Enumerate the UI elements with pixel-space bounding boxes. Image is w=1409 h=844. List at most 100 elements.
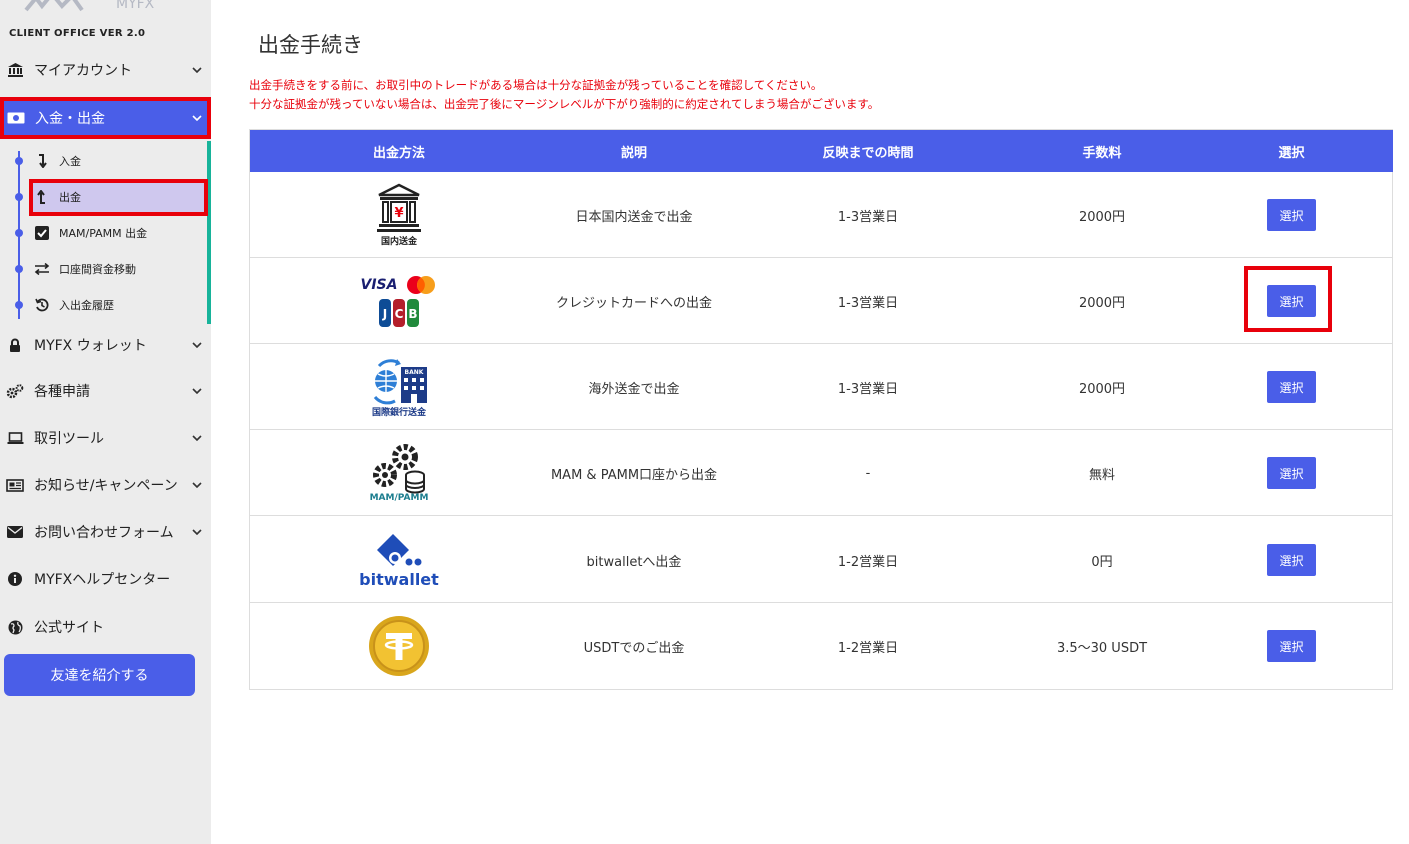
fee-cell: 無料: [1088, 467, 1115, 483]
subnav-accent-bar: [207, 141, 211, 324]
mastercard-icon: [407, 276, 436, 294]
method-logo-cell: [250, 603, 548, 689]
time-cell: 1-3営業日: [837, 295, 899, 311]
sidebar: MYFX CLIENT OFFICE VER 2.0 マイアカウント 入金・出金…: [0, 0, 211, 844]
mam-pamm-icon: MAM/PAMM: [369, 443, 429, 503]
description-cell: MAM & PAMM口座から出金: [550, 467, 718, 483]
select-cell: 選択: [1220, 430, 1363, 516]
bank-icon: [6, 61, 24, 79]
envelope-icon: [6, 523, 24, 541]
select-button-international[interactable]: 選択: [1267, 371, 1316, 403]
globe-icon: [6, 618, 24, 636]
select-button-bitwallet[interactable]: 選択: [1267, 544, 1316, 576]
sidebar-subitem-withdraw[interactable]: 出金: [0, 179, 208, 216]
bitwallet-icon: bitwallet: [359, 532, 439, 589]
time-cell: -: [865, 465, 871, 481]
version-label: CLIENT OFFICE VER 2.0: [9, 28, 146, 39]
description-cell: クレジットカードへの出金: [555, 295, 712, 311]
sidebar-item-label: 取引ツール: [34, 431, 104, 447]
history-icon: [34, 297, 50, 313]
method-logo-cell: BANK 国際銀行送金: [250, 344, 548, 430]
time-cell: 1-2営業日: [837, 640, 899, 656]
fee-cell: 0円: [1091, 554, 1113, 570]
newspaper-icon: [6, 476, 24, 494]
bullet-dot: [15, 301, 23, 309]
sidebar-item-my-account[interactable]: マイアカウント: [0, 50, 211, 90]
sidebar-item-label: MYFXヘルプセンター: [34, 572, 171, 588]
sidebar-item-contact[interactable]: お問い合わせフォーム: [0, 512, 211, 552]
select-cell: 選択: [1220, 344, 1363, 430]
sidebar-item-wallet[interactable]: MYFX ウォレット: [0, 325, 211, 365]
table-row: USDTでのご出金 1-2営業日 3.5～30 USDT 選択: [250, 603, 1393, 690]
lock-icon: [6, 336, 24, 354]
chevron-down-icon: [191, 482, 203, 488]
chevron-down-icon: [191, 529, 203, 535]
refer-friend-button[interactable]: 友達を紹介する: [4, 654, 195, 696]
sidebar-item-label: マイアカウント: [34, 63, 132, 79]
header-description: 説明: [620, 145, 647, 161]
select-cell: 選択: [1220, 517, 1363, 603]
sidebar-subitem-deposit[interactable]: 入金: [0, 143, 207, 179]
fee-cell: 2000円: [1078, 209, 1126, 225]
sidebar-item-label: お問い合わせフォーム: [34, 525, 174, 541]
method-logo-cell: MAM/PAMM: [250, 430, 548, 516]
sidebar-item-label: 入金・出金: [35, 111, 105, 127]
transfer-icon: [34, 261, 50, 277]
sidebar-item-applications[interactable]: 各種申請: [0, 371, 211, 411]
arrow-down-icon: [34, 153, 50, 169]
svg-text:¥: ¥: [394, 206, 403, 221]
sidebar-item-help-center[interactable]: MYFXヘルプセンター: [0, 559, 211, 599]
sidebar-subitem-label: 入金: [59, 155, 81, 168]
sidebar-subitem-mam-pamm-withdraw[interactable]: MAM/PAMM 出金: [0, 215, 207, 251]
sidebar-subitem-label: 入出金履歴: [59, 299, 114, 312]
visa-logo: VISA: [360, 277, 398, 293]
select-button-usdt[interactable]: 選択: [1267, 630, 1316, 662]
logo: MYFX: [0, 0, 211, 20]
svg-text:B: B: [408, 307, 417, 321]
bullet-dot: [15, 193, 23, 201]
chevron-down-icon: [191, 342, 203, 348]
time-cell: 1-2営業日: [837, 554, 899, 570]
header-select: 選択: [1278, 145, 1305, 161]
sidebar-item-deposit-withdraw[interactable]: 入金・出金: [0, 97, 211, 139]
international-bank-icon: BANK 国際銀行送金: [369, 357, 429, 418]
sidebar-subitem-label: 出金: [59, 191, 81, 204]
svg-text:MYFX: MYFX: [116, 0, 155, 12]
info-icon: [6, 570, 24, 588]
table-header: 出金方法 説明 反映までの時間 手数料 選択: [250, 130, 1393, 172]
select-cell: 選択: [1220, 172, 1363, 258]
sidebar-subitem-history[interactable]: 入出金履歴: [0, 287, 207, 323]
svg-text:J: J: [382, 307, 387, 321]
sidebar-item-official-site[interactable]: 公式サイト: [0, 607, 211, 647]
fee-cell: 2000円: [1078, 295, 1126, 311]
logo-caption: bitwallet: [359, 569, 439, 589]
svg-text:C: C: [395, 307, 404, 321]
chevron-down-icon: [191, 67, 203, 73]
description-cell: 日本国内送金で出金: [575, 209, 693, 225]
laptop-icon: [6, 429, 24, 447]
header-fee: 手数料: [1082, 145, 1122, 161]
withdrawal-methods-table: 出金方法 説明 反映までの時間 手数料 選択 ¥ 国内送金 日本国内送金で出金 …: [249, 129, 1393, 690]
select-button-mam-pamm[interactable]: 選択: [1267, 457, 1316, 489]
table-row: ¥ 国内送金 日本国内送金で出金 1-3営業日 2000円 選択: [250, 172, 1393, 258]
description-cell: 海外送金で出金: [588, 381, 680, 397]
bank-yen-icon: ¥ 国内送金: [376, 183, 422, 247]
warning-text-2: 十分な証拠金が残っていない場合は、出金完了後にマージンレベルが下がり強制的に約定…: [249, 97, 880, 111]
arrow-up-icon: [34, 189, 50, 205]
fee-cell: 2000円: [1078, 381, 1126, 397]
jcb-icon: J C B: [379, 299, 419, 327]
sidebar-item-trading-tools[interactable]: 取引ツール: [0, 418, 211, 458]
svg-text:BANK: BANK: [405, 369, 424, 376]
bullet-dot: [15, 229, 23, 237]
sidebar-item-news[interactable]: お知らせ/キャンペーン: [0, 465, 211, 505]
select-button-domestic[interactable]: 選択: [1267, 199, 1316, 231]
tether-coin-icon: [369, 616, 429, 676]
sidebar-item-label: 各種申請: [34, 384, 90, 400]
description-cell: USDTでのご出金: [583, 640, 685, 656]
fee-cell: 3.5～30 USDT: [1056, 640, 1148, 656]
method-logo-cell: VISA J C B: [250, 258, 548, 344]
method-logo-cell: ¥ 国内送金: [250, 172, 548, 258]
logo-caption: 国際銀行送金: [371, 407, 426, 418]
sidebar-subitem-transfer[interactable]: 口座間資金移動: [0, 251, 207, 287]
chevron-down-icon: [191, 115, 203, 121]
